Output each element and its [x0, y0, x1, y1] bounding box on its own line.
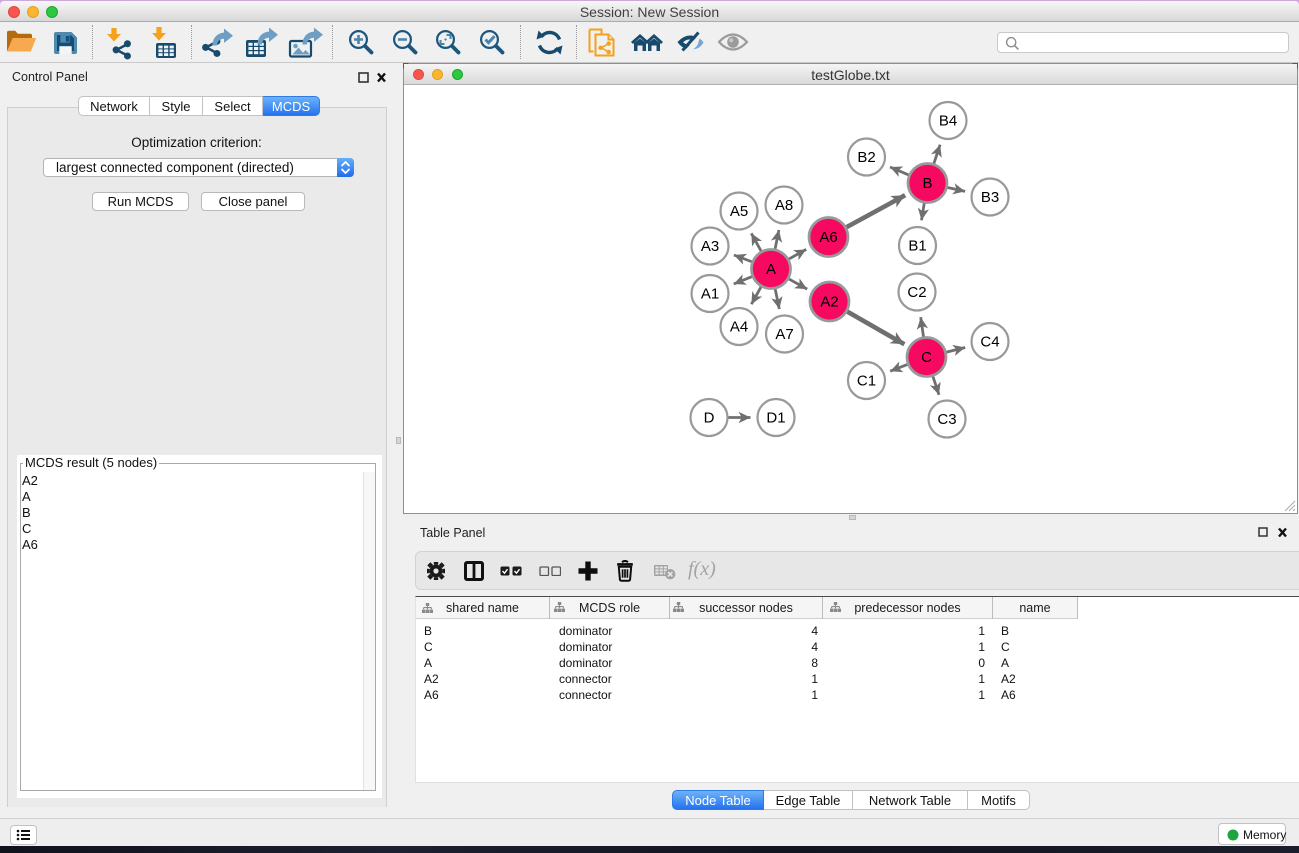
svg-text:A: A	[766, 261, 776, 278]
svg-text:B2: B2	[857, 149, 875, 166]
svg-text:B: B	[922, 175, 932, 192]
svg-text:A8: A8	[775, 197, 793, 214]
svg-text:A4: A4	[730, 319, 748, 336]
svg-text:B4: B4	[939, 113, 957, 130]
svg-text:A1: A1	[701, 286, 719, 303]
svg-text:B1: B1	[908, 238, 926, 255]
svg-text:C: C	[921, 349, 932, 366]
svg-text:A3: A3	[701, 238, 719, 255]
svg-text:B3: B3	[981, 189, 999, 206]
svg-text:A7: A7	[775, 326, 793, 343]
svg-text:C2: C2	[907, 284, 926, 301]
svg-text:D1: D1	[766, 410, 785, 427]
svg-text:A6: A6	[819, 229, 837, 246]
svg-text:C1: C1	[857, 373, 876, 390]
svg-text:D: D	[704, 410, 715, 427]
svg-text:A5: A5	[730, 203, 748, 220]
svg-text:A2: A2	[820, 294, 838, 311]
svg-text:C3: C3	[937, 411, 956, 428]
svg-text:C4: C4	[980, 334, 999, 351]
